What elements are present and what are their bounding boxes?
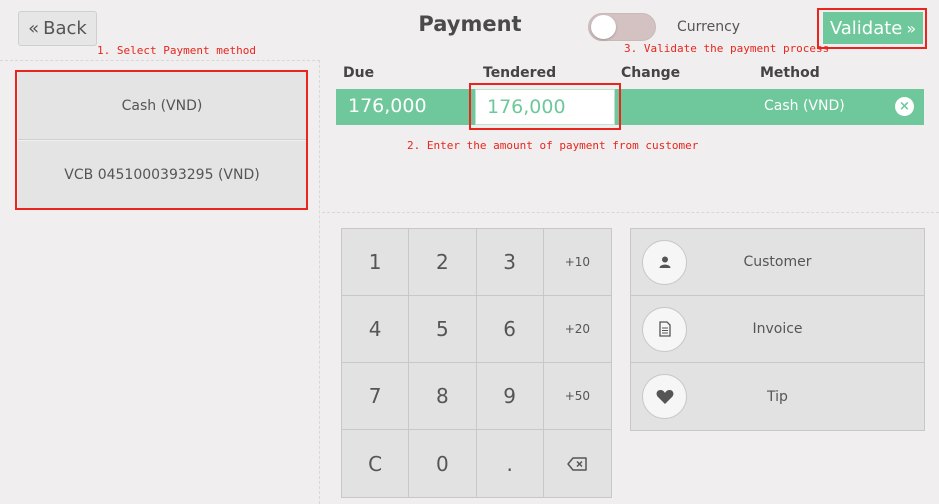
numpad-key-0[interactable]: 0	[409, 430, 477, 497]
numpad-key-plus10[interactable]: +10	[543, 229, 611, 296]
column-tendered: Tendered	[483, 65, 557, 81]
backspace-icon[interactable]	[543, 430, 611, 497]
annotation-step2: 2. Enter the amount of payment from cust…	[407, 139, 699, 152]
numpad-key-3[interactable]: 3	[476, 229, 544, 296]
column-due: Due	[343, 65, 375, 81]
currency-label: Currency	[677, 19, 741, 35]
annotation-box-tendered	[469, 83, 621, 130]
numpad-key-7[interactable]: 7	[342, 363, 410, 430]
double-chevron-left-icon: «	[28, 18, 40, 39]
annotation-step3: 3. Validate the payment process	[624, 42, 830, 55]
numpad-key-decimal[interactable]: .	[476, 430, 544, 497]
numpad-key-2[interactable]: 2	[409, 229, 477, 296]
divider	[322, 212, 939, 213]
double-chevron-right-icon: »	[906, 18, 917, 38]
due-amount: 176,000	[348, 95, 427, 117]
numpad-key-plus20[interactable]: +20	[543, 296, 611, 363]
column-method: Method	[760, 65, 820, 81]
annotation-step1: 1. Select Payment method	[97, 44, 256, 57]
remove-line-icon[interactable]: ×	[895, 97, 914, 116]
toggle-knob	[591, 15, 616, 39]
annotation-box-methods	[15, 70, 308, 210]
validate-label: Validate	[829, 17, 903, 39]
numpad-key-4[interactable]: 4	[342, 296, 410, 363]
tip-button[interactable]: Tip	[631, 363, 924, 430]
payment-method-value: Cash (VND)	[764, 98, 845, 114]
tip-label: Tip	[767, 388, 788, 405]
customer-label: Customer	[743, 254, 812, 270]
numpad-key-6[interactable]: 6	[476, 296, 544, 363]
numpad-key-plus50[interactable]: +50	[543, 363, 611, 430]
validate-button[interactable]: Validate »	[823, 12, 923, 44]
column-change: Change	[621, 65, 681, 81]
page-title: Payment	[418, 12, 522, 36]
back-label: Back	[43, 18, 87, 39]
invoice-label: Invoice	[752, 321, 803, 337]
actions-panel: Customer Invoice Tip	[630, 228, 925, 431]
numpad: 1 2 3 +10 4 5 6 +20 7 8 9 +50 C 0 .	[341, 228, 612, 498]
invoice-button[interactable]: Invoice	[631, 296, 924, 363]
numpad-key-5[interactable]: 5	[409, 296, 477, 363]
numpad-key-clear[interactable]: C	[342, 430, 410, 497]
back-button[interactable]: « Back	[18, 11, 97, 46]
numpad-key-1[interactable]: 1	[342, 229, 410, 296]
currency-toggle[interactable]	[588, 13, 656, 41]
customer-button[interactable]: Customer	[631, 229, 924, 296]
backspace-icon-svg	[567, 456, 588, 471]
numpad-key-9[interactable]: 9	[476, 363, 544, 430]
numpad-key-8[interactable]: 8	[409, 363, 477, 430]
